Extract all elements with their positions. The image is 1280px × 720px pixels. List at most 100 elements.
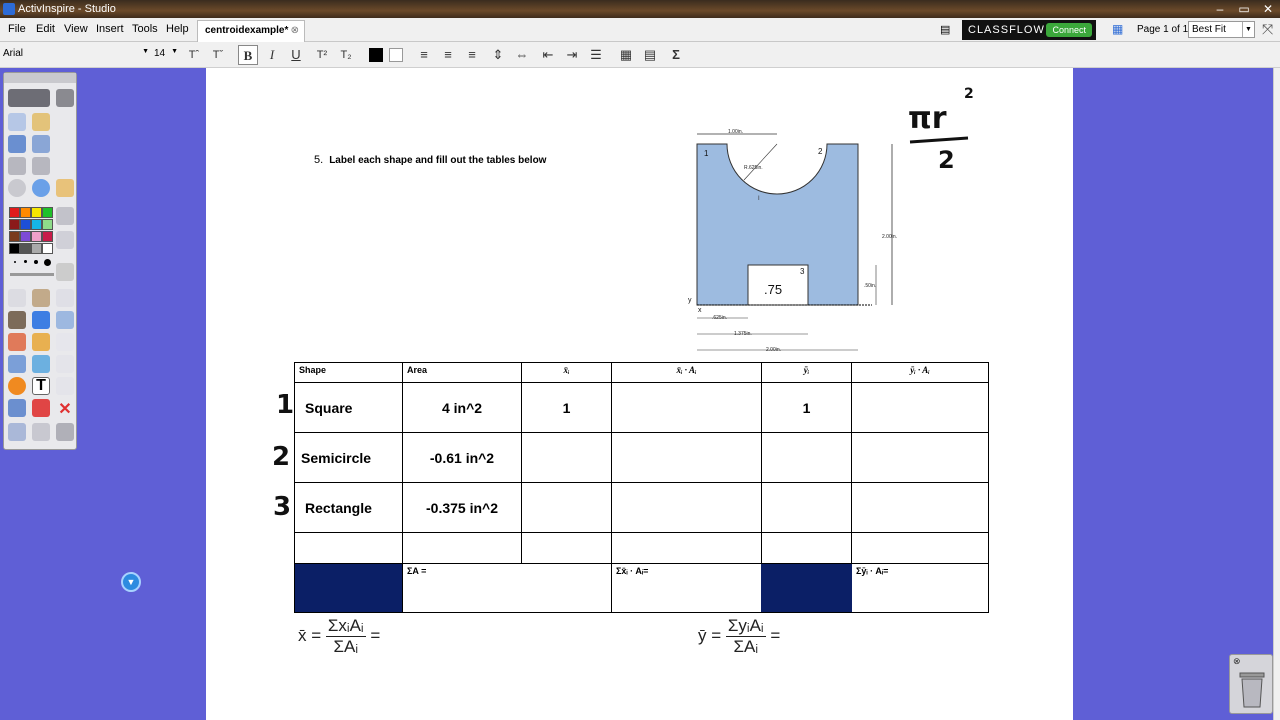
color-swatch-darkgray[interactable] xyxy=(20,243,31,254)
insert-page-icon[interactable] xyxy=(56,377,74,395)
previous-page-icon[interactable] xyxy=(8,157,26,175)
page-clear-icon[interactable] xyxy=(56,263,74,281)
subscript-button[interactable]: T₂ xyxy=(336,45,356,65)
color-swatch-gray[interactable] xyxy=(31,243,42,254)
color-swatch-brown[interactable] xyxy=(9,231,20,242)
align-left-icon[interactable]: ≡ xyxy=(414,45,434,65)
select-tool-icon[interactable] xyxy=(8,289,26,307)
bold-button[interactable]: B xyxy=(238,45,258,65)
color-swatch-purple[interactable] xyxy=(20,231,31,242)
minimize-button[interactable]: – xyxy=(1208,0,1232,18)
shape-tool-icon[interactable] xyxy=(8,377,26,395)
pen-width-dots[interactable] xyxy=(10,259,54,266)
cell-ya[interactable] xyxy=(851,432,989,483)
chevron-down-icon[interactable]: ▼ xyxy=(121,572,141,592)
flipchart-page[interactable]: 5. Label each shape and fill out the tabl… xyxy=(206,68,1073,720)
sum-ya-cell[interactable]: Σȳᵢ · Aᵢ= xyxy=(851,563,989,613)
indent-icon[interactable]: ⇥ xyxy=(562,45,582,65)
undo-icon[interactable] xyxy=(8,423,26,441)
pen-width-slider[interactable] xyxy=(10,273,54,276)
connect-button[interactable]: Connect xyxy=(1046,23,1092,37)
spacing-icon[interactable]: ⇔ xyxy=(512,45,532,65)
decrease-font-icon[interactable]: Tˇ xyxy=(208,45,228,65)
cell-ya[interactable] xyxy=(851,482,989,533)
dashboard-icon[interactable]: ▤ xyxy=(940,23,950,36)
cell-area[interactable]: -0.375 in^2 xyxy=(402,482,522,533)
menu-insert[interactable]: Insert xyxy=(96,23,124,35)
resource-browser-icon[interactable] xyxy=(32,113,50,131)
color-swatch-yellow[interactable] xyxy=(31,207,42,218)
page-browser-tool-icon[interactable] xyxy=(8,113,26,131)
fullscreen-icon[interactable]: ⤧ xyxy=(1262,21,1273,38)
web-browser-icon[interactable] xyxy=(32,179,50,197)
cell-xa[interactable] xyxy=(611,482,762,533)
cell-y[interactable]: 1 xyxy=(761,382,852,433)
cell-x[interactable] xyxy=(521,432,612,483)
color-swatch-darkred[interactable] xyxy=(9,219,20,230)
text-tool-icon[interactable]: T xyxy=(32,377,50,395)
vertical-scrollbar[interactable] xyxy=(1273,68,1280,720)
cell-x[interactable] xyxy=(521,482,612,533)
increase-font-icon[interactable]: Tˆ xyxy=(184,45,204,65)
cell-empty[interactable] xyxy=(851,532,989,564)
close-icon[interactable]: ⊗ xyxy=(1233,656,1241,667)
cell-y[interactable] xyxy=(761,432,852,483)
cell-area[interactable]: -0.61 in^2 xyxy=(402,432,522,483)
cell-empty[interactable] xyxy=(761,532,852,564)
camera-icon[interactable] xyxy=(56,333,74,351)
menu-file[interactable]: File xyxy=(8,23,26,35)
color-swatch-crimson[interactable] xyxy=(42,231,53,242)
pen-tool-icon[interactable] xyxy=(8,311,26,329)
cell-xa[interactable] xyxy=(611,432,762,483)
menu-edit[interactable]: Edit xyxy=(36,23,55,35)
toolbox-header[interactable] xyxy=(4,73,76,83)
eraser-icon[interactable] xyxy=(8,333,26,351)
flask-icon[interactable] xyxy=(8,399,26,417)
color-swatch-black[interactable] xyxy=(9,243,20,254)
sum-area-cell[interactable]: ΣA = xyxy=(402,563,612,613)
bullet-list-icon[interactable]: ☰ xyxy=(586,45,606,65)
handwriting-tool-icon[interactable] xyxy=(32,289,50,307)
cell-empty[interactable] xyxy=(611,532,762,564)
cell-shape[interactable]: Semicircle xyxy=(294,432,403,483)
cell-empty[interactable] xyxy=(294,532,403,564)
duplicate-icon[interactable] xyxy=(56,289,74,307)
font-select[interactable]: Arial ▼ xyxy=(3,48,149,64)
next-page-icon[interactable] xyxy=(32,157,50,175)
cell-x[interactable]: 1 xyxy=(521,382,612,433)
color-swatch-lightgreen[interactable] xyxy=(42,219,53,230)
cell-shape[interactable]: Rectangle xyxy=(294,482,403,533)
table-icon[interactable]: ▦ xyxy=(616,45,636,65)
scissors-icon[interactable] xyxy=(56,231,74,249)
redo-icon[interactable] xyxy=(32,423,50,441)
menu-view[interactable]: View xyxy=(64,23,88,35)
text-color-button[interactable] xyxy=(366,45,386,65)
cell-area[interactable]: 4 in^2 xyxy=(402,382,522,433)
cell-xa[interactable] xyxy=(611,382,762,433)
align-center-icon[interactable]: ≡ xyxy=(438,45,458,65)
zoom-select[interactable]: Best Fit ▼ xyxy=(1188,21,1255,38)
line-tool-icon[interactable] xyxy=(32,355,50,373)
edit-profile-icon[interactable] xyxy=(56,89,74,107)
action-browser-icon[interactable] xyxy=(32,135,50,153)
main-menu-icon[interactable] xyxy=(8,89,50,107)
color-swatch-cyan[interactable] xyxy=(31,219,42,230)
color-swatch-red[interactable] xyxy=(9,207,20,218)
color-picker-icon[interactable] xyxy=(56,207,74,225)
color-swatch-blue[interactable] xyxy=(20,219,31,230)
highlighter-icon[interactable] xyxy=(32,311,50,329)
reset-page-icon[interactable] xyxy=(32,399,50,417)
list-icon[interactable]: ▤ xyxy=(640,45,660,65)
font-size-select[interactable]: 14 ▼ xyxy=(154,48,178,64)
close-window-button[interactable]: ✕ xyxy=(1256,0,1280,18)
magic-ink-icon[interactable] xyxy=(56,311,74,329)
menu-help[interactable]: Help xyxy=(166,23,189,35)
cell-empty[interactable] xyxy=(402,532,522,564)
delete-icon[interactable]: ✕ xyxy=(56,399,74,418)
outdent-icon[interactable]: ⇤ xyxy=(538,45,558,65)
pen-tray-icon[interactable] xyxy=(56,179,74,197)
cell-empty[interactable] xyxy=(521,532,612,564)
tab-document[interactable]: centroidexample* ⊗ xyxy=(197,20,305,42)
italic-button[interactable]: I xyxy=(262,45,282,65)
cell-ya[interactable] xyxy=(851,382,989,433)
